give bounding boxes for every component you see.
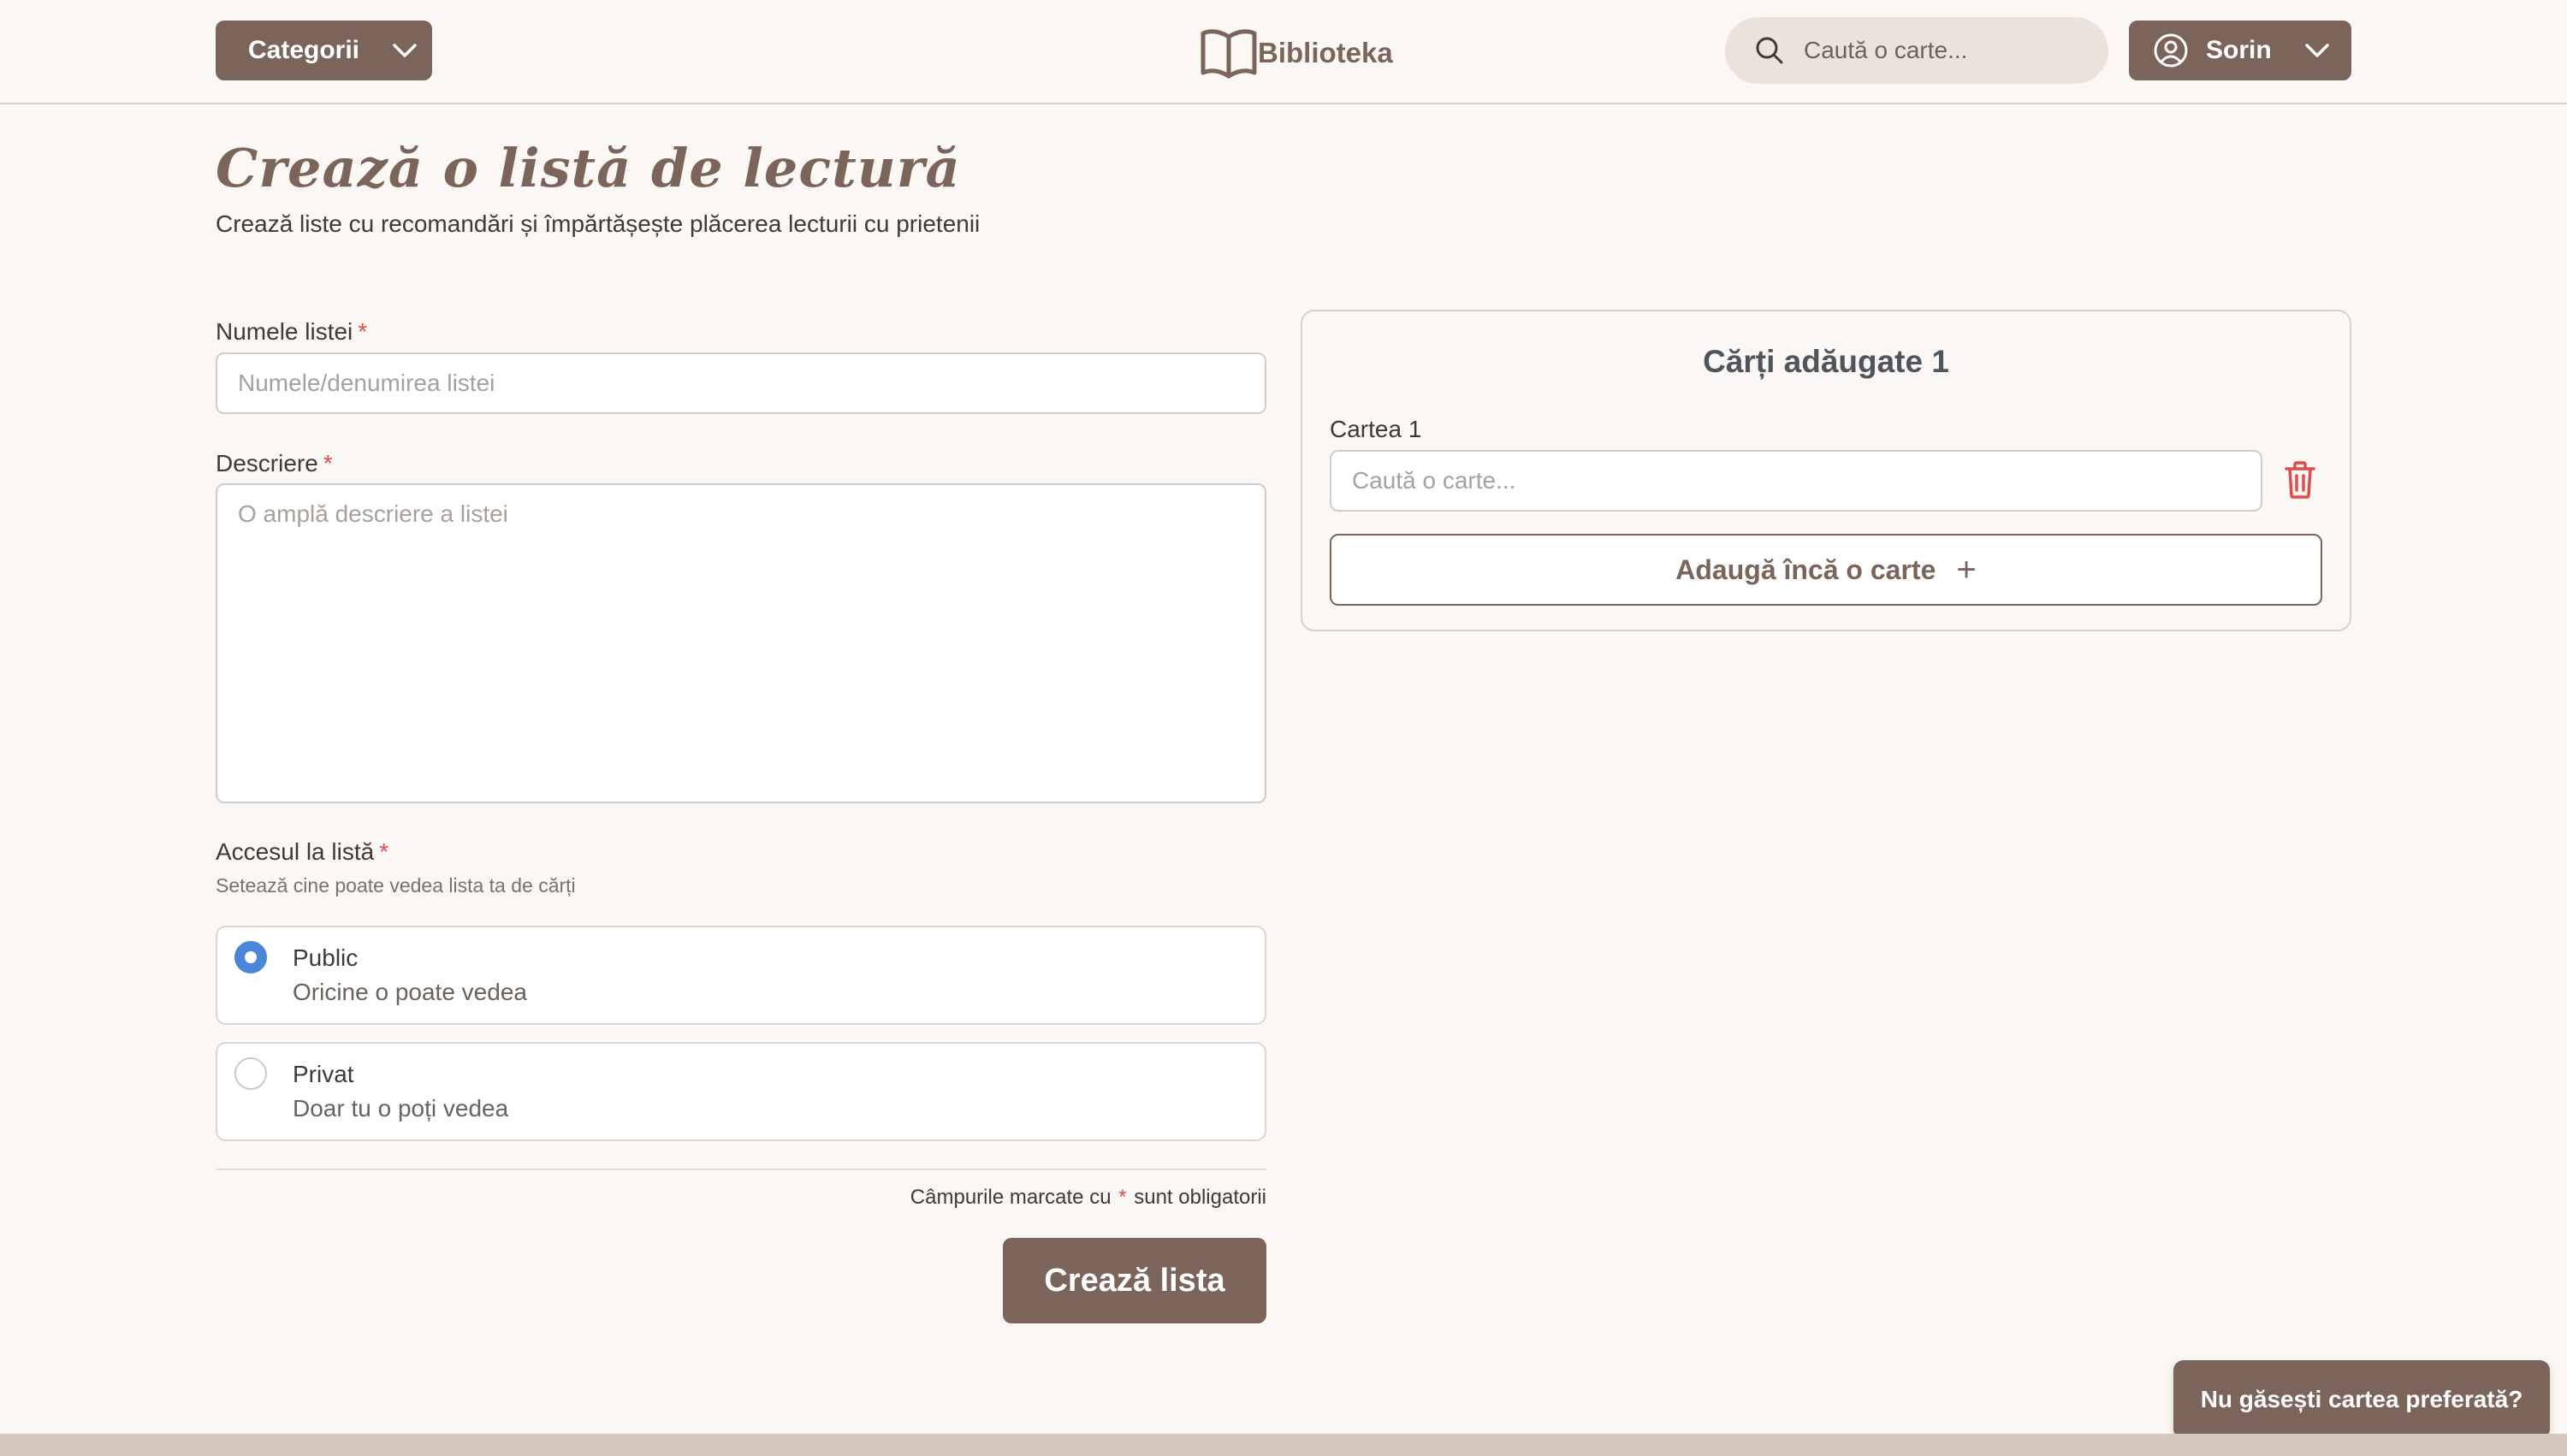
- categories-dropdown-button[interactable]: Categorii: [216, 21, 432, 80]
- cant-find-book-button[interactable]: Nu găsești cartea preferată?: [2173, 1360, 2550, 1439]
- added-books-title: Cărți adăugate 1: [1703, 344, 1949, 379]
- required-asterisk: *: [1118, 1186, 1127, 1209]
- page-subtitle: Crează liste cu recomandări și împărtășe…: [216, 210, 981, 237]
- add-book-label: Adaugă încă o carte: [1675, 553, 1936, 585]
- user-name: Sorin: [2206, 36, 2272, 64]
- required-fields-note: Câmpurile marcate cu * sunt obligatorii: [910, 1186, 1266, 1210]
- top-navbar: Categorii Biblioteka Sorin: [0, 0, 2567, 104]
- plus-icon: +: [1956, 550, 1977, 589]
- user-menu-button[interactable]: Sorin: [2129, 21, 2351, 80]
- description-textarea[interactable]: [216, 483, 1266, 803]
- header-search-input[interactable]: [1802, 36, 2088, 65]
- open-book-icon: [1201, 29, 1257, 79]
- description-label-text: Descriere: [216, 450, 318, 476]
- access-option-description: Oricine o poate vedea: [293, 979, 527, 1005]
- access-option-private[interactable]: Privat Doar tu o poți vedea: [216, 1042, 1266, 1141]
- trash-icon[interactable]: [2283, 460, 2317, 500]
- categories-label: Categorii: [248, 36, 360, 64]
- create-list-button[interactable]: Crează lista: [1003, 1238, 1266, 1323]
- added-books-panel: Cărți adăugate 1 Cartea 1 Adaugă încă o …: [1301, 310, 2351, 631]
- form-divider: [216, 1169, 1266, 1170]
- footer-strip: [0, 1434, 2567, 1456]
- add-another-book-button[interactable]: Adaugă încă o carte +: [1330, 534, 2322, 606]
- required-asterisk: *: [379, 838, 389, 865]
- description-label: Descriere *: [216, 450, 333, 477]
- required-asterisk: *: [358, 318, 368, 345]
- list-name-label: Numele listei *: [216, 318, 367, 346]
- access-option-description: Doar tu o poți vedea: [293, 1095, 509, 1122]
- access-hint: Setează cine poate vedea lista ta de căr…: [216, 874, 576, 897]
- access-option-title: Public: [293, 944, 359, 971]
- search-icon: [1756, 37, 1783, 64]
- page-title: Crează o listă de lectură: [216, 137, 961, 199]
- list-name-label-text: Numele listei: [216, 318, 353, 345]
- access-label-text: Accesul la listă: [216, 838, 375, 865]
- access-option-public[interactable]: Public Oricine o poate vedea: [216, 926, 1266, 1025]
- radio-public[interactable]: [234, 941, 267, 974]
- chevron-down-icon: [393, 44, 417, 57]
- site-logo[interactable]: Biblioteka: [1200, 26, 1393, 80]
- required-asterisk: *: [323, 450, 333, 476]
- book-label: Cartea 1: [1330, 416, 1422, 442]
- header-search[interactable]: [1725, 17, 2108, 84]
- required-note-suffix: sunt obligatorii: [1134, 1186, 1266, 1209]
- access-option-title: Privat: [293, 1061, 354, 1087]
- logo-text: Biblioteka: [1258, 37, 1393, 68]
- radio-private[interactable]: [234, 1057, 267, 1090]
- book-search-input[interactable]: [1330, 450, 2262, 512]
- access-label: Accesul la listă *: [216, 838, 388, 866]
- user-circle-icon: [2154, 33, 2188, 68]
- required-note-prefix: Câmpurile marcate cu: [910, 1186, 1112, 1209]
- chevron-down-icon: [2304, 44, 2329, 57]
- list-name-input[interactable]: [216, 352, 1266, 414]
